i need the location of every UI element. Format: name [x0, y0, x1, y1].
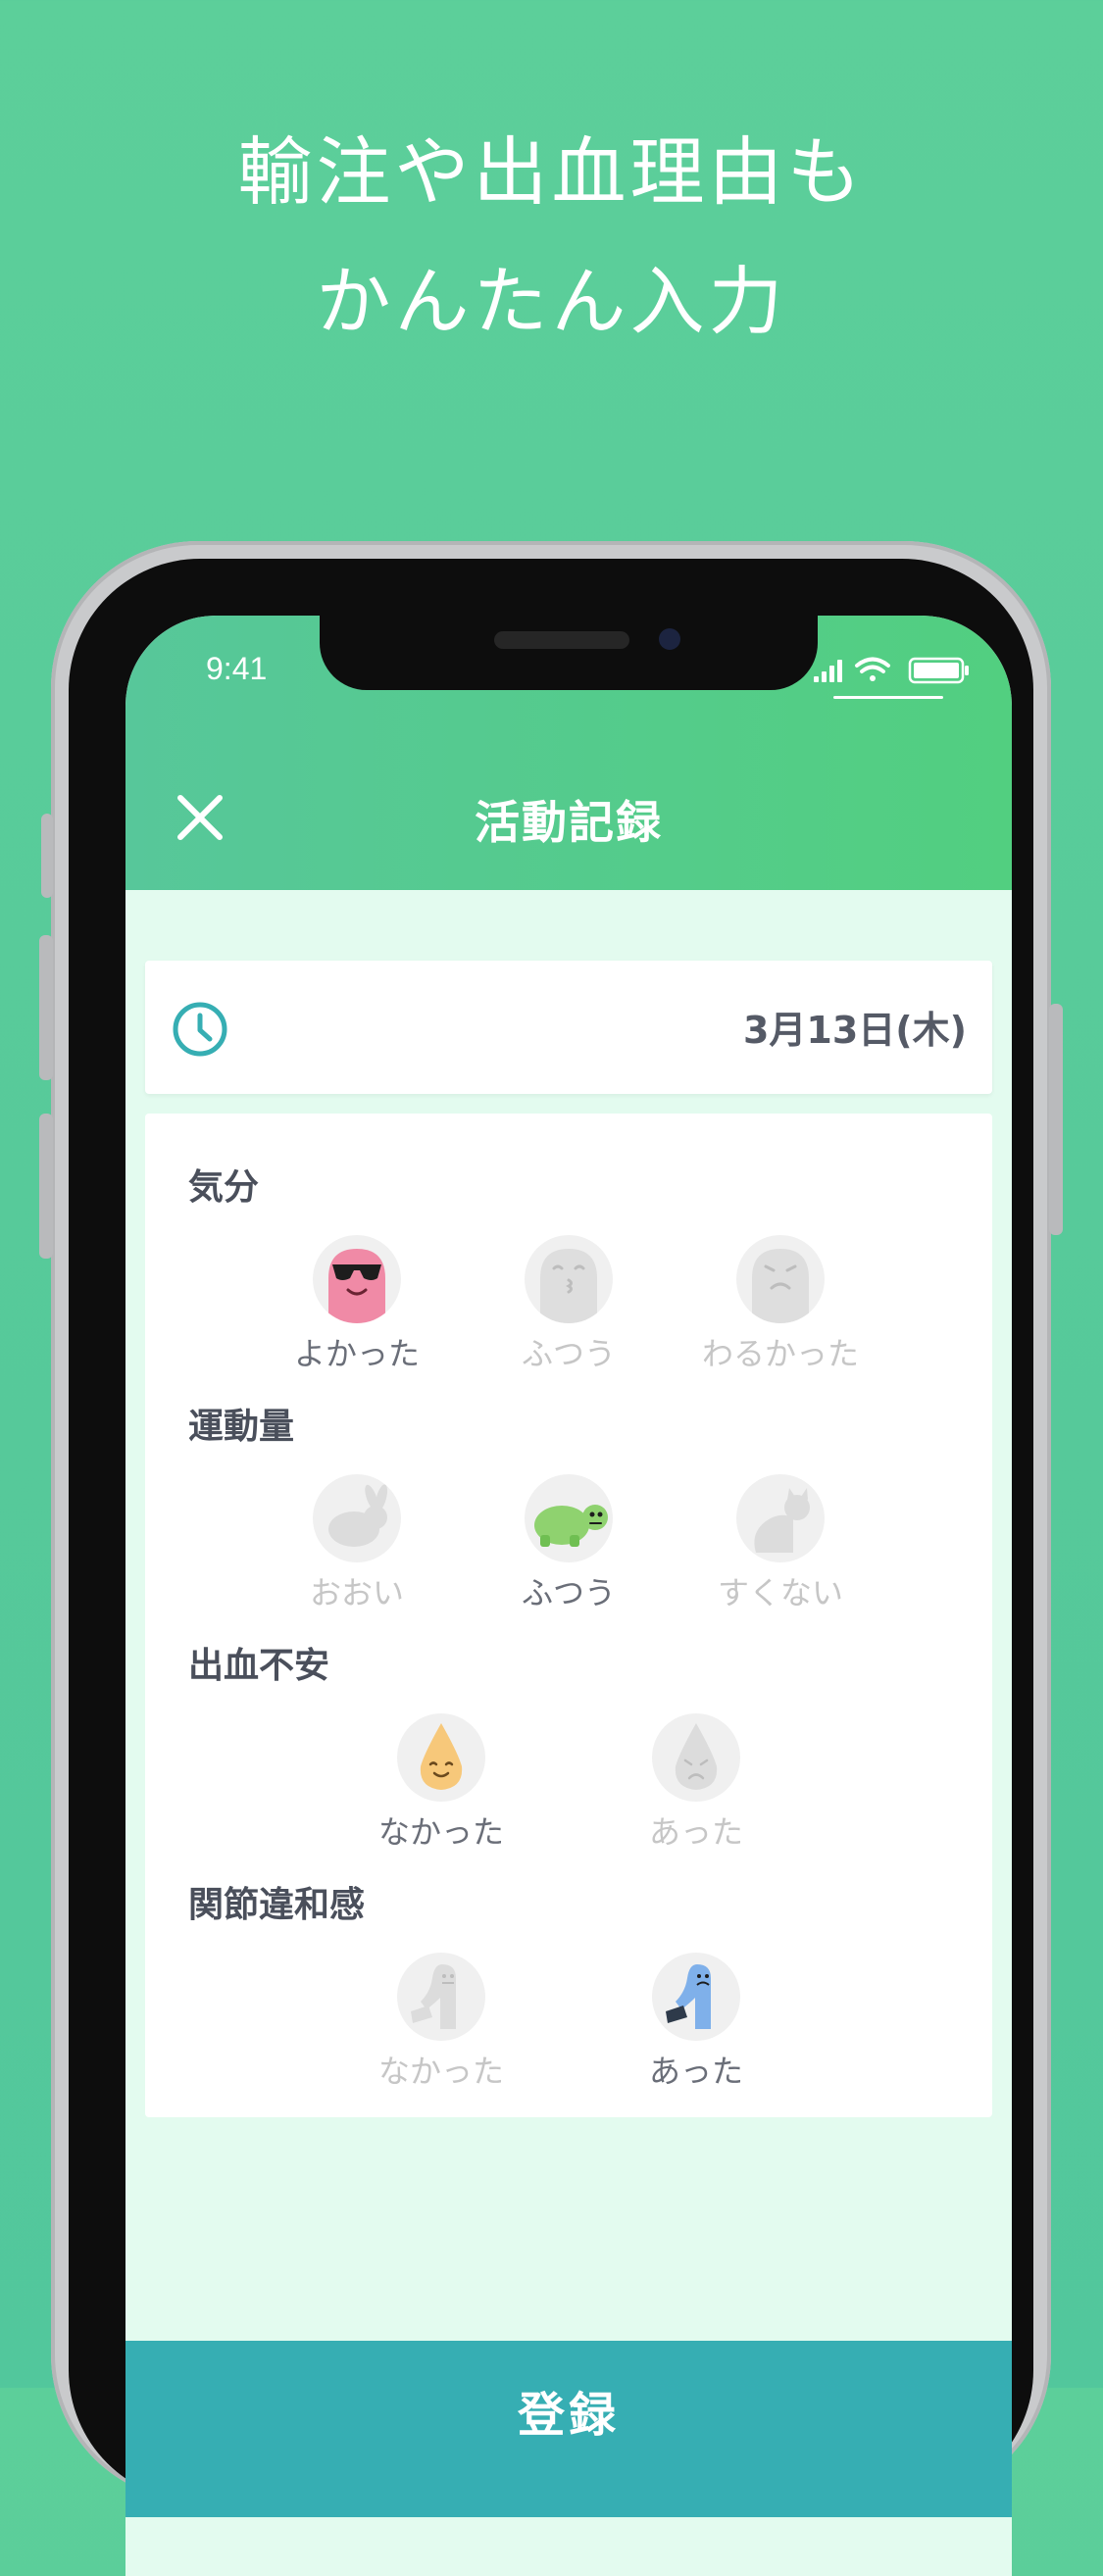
mood-option-normal[interactable]: ふつう	[461, 1235, 677, 1374]
app-header: 9:41 活動記録	[125, 616, 1012, 890]
cat-icon	[736, 1474, 825, 1562]
date-selector[interactable]: 3月13日(木)	[145, 961, 992, 1094]
register-button[interactable]: 登録	[125, 2341, 1012, 2517]
exercise-option-normal[interactable]: ふつう	[461, 1474, 677, 1613]
promo-headline-line1: 輸注や出血理由も	[237, 128, 866, 216]
signal-icon	[814, 660, 842, 682]
drop-sad-icon	[652, 1713, 740, 1802]
bleeding-option-none-label: なかった	[377, 1813, 504, 1851]
phone-mute-switch	[41, 814, 53, 898]
page-title: 活動記録	[475, 796, 663, 849]
bleeding-option-none[interactable]: なかった	[333, 1713, 549, 1853]
exercise-option-much[interactable]: おおい	[249, 1474, 465, 1613]
status-underline	[833, 696, 943, 699]
joint-option-none[interactable]: なかった	[333, 1953, 549, 2092]
rabbit-icon	[313, 1474, 401, 1562]
bleeding-option-had-label: あった	[648, 1813, 743, 1851]
gray-blob-sad-icon	[736, 1235, 825, 1323]
activity-form: 気分 よかった ふつう わるかった 運動量 おおい ふつう すくない 出血不安 …	[145, 1114, 992, 2117]
mood-option-bad-label: わるかった	[701, 1335, 859, 1372]
turtle-icon	[525, 1474, 613, 1562]
status-icons	[814, 657, 969, 684]
phone-notch	[320, 616, 818, 690]
phone-volume-up	[39, 935, 53, 1080]
pink-blob-sunglasses-icon	[313, 1235, 401, 1323]
phone-power-button	[1049, 1004, 1063, 1235]
exercise-option-little-label: すくない	[717, 1574, 843, 1611]
drop-happy-icon	[397, 1713, 485, 1802]
section-label-joint: 関節違和感	[188, 1885, 366, 1925]
joint-option-none-label: なかった	[377, 2053, 504, 2090]
leg-fine-icon	[397, 1953, 485, 2041]
phone-bezel: 9:41 活動記録 3月13日(木) 気分 よかった ふつう わるかった 運動量…	[69, 559, 1033, 2576]
exercise-option-much-label: おおい	[309, 1574, 404, 1611]
exercise-option-little[interactable]: すくない	[673, 1474, 888, 1613]
wifi-icon	[855, 657, 890, 681]
speaker	[494, 631, 629, 649]
battery-icon	[908, 657, 969, 684]
exercise-option-normal-label: ふつう	[521, 1574, 616, 1611]
mood-option-good-label: よかった	[293, 1335, 420, 1372]
front-camera	[659, 628, 680, 650]
mood-option-normal-label: ふつう	[521, 1335, 616, 1372]
promo-headline: 輸注や出血理由も かんたん入力	[0, 108, 1103, 367]
status-time: 9:41	[206, 651, 268, 686]
section-label-mood: 気分	[188, 1167, 260, 1208]
mood-option-bad[interactable]: わるかった	[673, 1235, 888, 1374]
register-button-label: 登録	[517, 2388, 620, 2443]
promo-headline-line2: かんたん入力	[316, 258, 787, 345]
section-label-exercise: 運動量	[188, 1407, 295, 1447]
joint-option-had-label: あった	[648, 2053, 743, 2090]
phone-volume-down	[39, 1114, 53, 1259]
bleeding-option-had[interactable]: あった	[588, 1713, 804, 1853]
section-label-bleeding: 出血不安	[188, 1646, 330, 1686]
joint-option-had[interactable]: あった	[588, 1953, 804, 2092]
clock-icon	[173, 1002, 227, 1057]
phone-frame: 9:41 活動記録 3月13日(木) 気分 よかった ふつう わるかった 運動量…	[39, 541, 1063, 2576]
leg-pain-icon	[652, 1953, 740, 2041]
mood-option-good[interactable]: よかった	[249, 1235, 465, 1374]
app-screen: 9:41 活動記録 3月13日(木) 気分 よかった ふつう わるかった 運動量…	[125, 616, 1012, 2576]
gray-blob-whistle-icon	[525, 1235, 613, 1323]
date-text: 3月13日(木)	[742, 1009, 967, 1052]
